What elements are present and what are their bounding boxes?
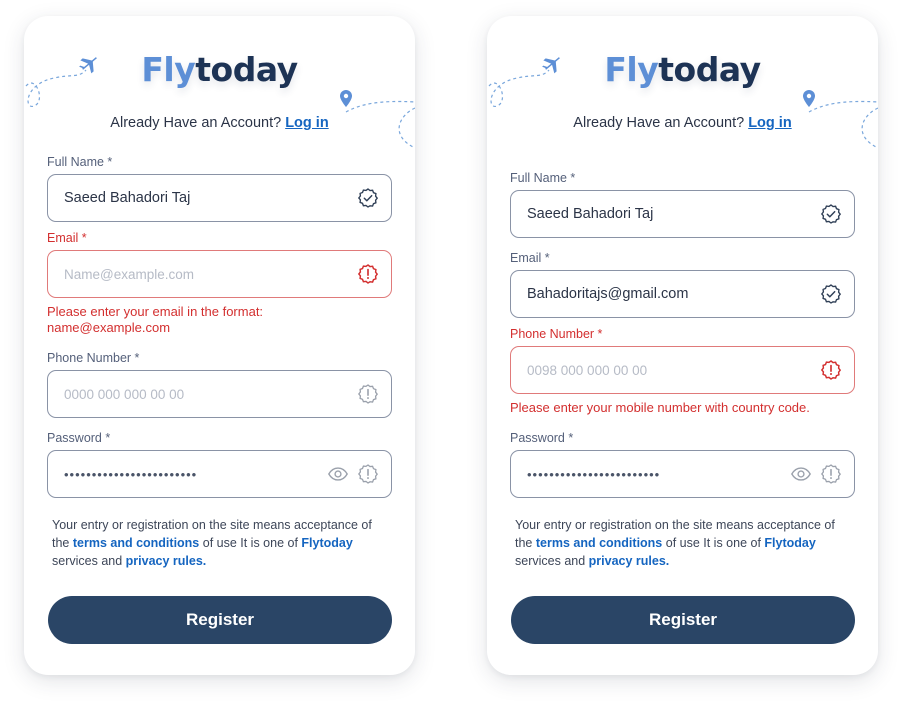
password-input[interactable]: ••••••••••••••••••••••••	[510, 450, 855, 498]
login-prompt: Already Have an Account? Log in	[487, 115, 878, 131]
alert-badge-icon	[357, 463, 379, 485]
register-button[interactable]: Register	[48, 596, 392, 644]
login-prompt-text: Already Have an Account?	[110, 115, 282, 131]
password-label: Password *	[510, 431, 574, 445]
check-badge-icon	[820, 203, 842, 225]
full-name-value: Saeed Bahadori Taj	[527, 206, 654, 222]
full-name-field: Full Name * Saeed Bahadori Taj	[47, 154, 392, 222]
email-field: Email * Name@example.com Please enter yo…	[47, 230, 392, 336]
password-label: Password *	[47, 431, 111, 445]
login-link[interactable]: Log in	[285, 115, 329, 131]
register-card-phone-error: Flytoday Already Have an Account? Log in …	[487, 16, 878, 675]
alert-badge-icon	[820, 359, 842, 381]
email-field: Email * Bahadoritajs@gmail.com	[510, 250, 855, 318]
alert-badge-icon	[357, 383, 379, 405]
flytoday-logo: Flytoday	[604, 50, 761, 89]
password-value: ••••••••••••••••••••••••	[527, 466, 661, 482]
login-prompt: Already Have an Account? Log in	[24, 115, 415, 131]
login-prompt-text: Already Have an Account?	[573, 115, 745, 131]
full-name-field: Full Name * Saeed Bahadori Taj	[510, 170, 855, 238]
flytoday-link[interactable]: Flytoday	[301, 536, 352, 550]
phone-field: Phone Number * 0098 000 000 00 00 Please…	[510, 326, 855, 416]
register-card-email-error: Flytoday Already Have an Account? Log in …	[24, 16, 415, 675]
full-name-value: Saeed Bahadori Taj	[64, 190, 191, 206]
password-input[interactable]: ••••••••••••••••••••••••	[47, 450, 392, 498]
terms-text: Your entry or registration on the site m…	[515, 518, 835, 568]
check-badge-icon	[357, 187, 379, 209]
email-label: Email *	[47, 231, 87, 245]
eye-icon[interactable]	[327, 463, 349, 485]
password-field: Password * ••••••••••••••••••••••••	[47, 430, 392, 498]
terms-link[interactable]: terms and conditions	[73, 536, 199, 550]
location-pin-icon	[340, 90, 352, 107]
alert-badge-icon	[357, 263, 379, 285]
alert-badge-icon	[820, 463, 842, 485]
email-input[interactable]: Name@example.com	[47, 250, 392, 298]
full-name-input[interactable]: Saeed Bahadori Taj	[510, 190, 855, 238]
eye-icon[interactable]	[790, 463, 812, 485]
register-button[interactable]: Register	[511, 596, 855, 644]
phone-label: Phone Number *	[510, 327, 603, 341]
location-pin-icon	[803, 90, 815, 107]
email-input[interactable]: Bahadoritajs@gmail.com	[510, 270, 855, 318]
phone-label: Phone Number *	[47, 351, 140, 365]
email-error-line-2: name@example.com	[47, 320, 171, 335]
phone-placeholder: 0098 000 000 00 00	[527, 362, 648, 378]
phone-error-message: Please enter your mobile number with cou…	[510, 400, 810, 415]
privacy-link[interactable]: privacy rules.	[126, 554, 207, 568]
phone-field: Phone Number * 0000 000 000 00 00	[47, 350, 392, 418]
privacy-link[interactable]: privacy rules.	[589, 554, 670, 568]
phone-input[interactable]: 0098 000 000 00 00	[510, 346, 855, 394]
email-error-message: Please enter your email in the format: n…	[47, 304, 392, 336]
password-value: ••••••••••••••••••••••••	[64, 466, 198, 482]
login-link[interactable]: Log in	[748, 115, 792, 131]
flytoday-link[interactable]: Flytoday	[764, 536, 815, 550]
email-placeholder: Name@example.com	[64, 266, 194, 282]
email-error-line-1: Please enter your email in the format:	[47, 304, 264, 319]
full-name-label: Full Name *	[510, 171, 576, 185]
full-name-input[interactable]: Saeed Bahadori Taj	[47, 174, 392, 222]
terms-text: Your entry or registration on the site m…	[52, 518, 372, 568]
full-name-label: Full Name *	[47, 155, 113, 169]
email-value: Bahadoritajs@gmail.com	[527, 286, 689, 302]
phone-placeholder: 0000 000 000 00 00	[64, 386, 185, 402]
email-label: Email *	[510, 251, 550, 265]
check-badge-icon	[820, 283, 842, 305]
phone-input[interactable]: 0000 000 000 00 00	[47, 370, 392, 418]
terms-link[interactable]: terms and conditions	[536, 536, 662, 550]
flytoday-logo: Flytoday	[141, 50, 298, 89]
password-field: Password * ••••••••••••••••••••••••	[510, 430, 855, 498]
